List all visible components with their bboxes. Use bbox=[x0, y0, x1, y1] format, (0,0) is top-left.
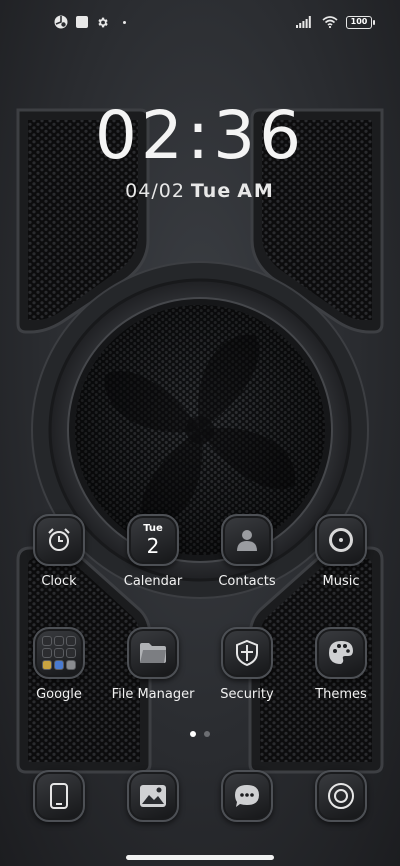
app-label-music: Music bbox=[322, 574, 360, 589]
app-music[interactable]: Music bbox=[294, 514, 388, 589]
settings-icon bbox=[98, 17, 108, 27]
page-indicator bbox=[0, 731, 400, 737]
dot-icon bbox=[123, 20, 126, 24]
music-disc-icon bbox=[315, 514, 367, 566]
folder-icon bbox=[127, 627, 179, 679]
google-folder-icon bbox=[33, 627, 85, 679]
page-dot-2 bbox=[204, 731, 210, 737]
app-label-clock: Clock bbox=[41, 574, 77, 589]
app-file-manager[interactable]: File Manager bbox=[106, 627, 200, 702]
dock-camera[interactable] bbox=[294, 770, 388, 822]
clock-date-line: 04/02 Tue AM bbox=[0, 180, 400, 202]
gallery-icon bbox=[127, 770, 179, 822]
page-dot-1 bbox=[190, 731, 196, 737]
dock-messaging[interactable] bbox=[200, 770, 294, 822]
calendar-icon: Tue 2 bbox=[127, 514, 179, 566]
app-label-file-manager: File Manager bbox=[111, 687, 195, 702]
dock-phone[interactable] bbox=[12, 770, 106, 822]
clock-widget[interactable]: 02:36 04/02 Tue AM bbox=[0, 96, 400, 202]
app-label-security: Security bbox=[220, 687, 274, 702]
person-icon bbox=[221, 514, 273, 566]
app-security[interactable]: Security bbox=[200, 627, 294, 702]
battery-level: 100 bbox=[350, 16, 368, 26]
signal-icon bbox=[296, 16, 311, 28]
app-contacts[interactable]: Contacts bbox=[200, 514, 294, 589]
shield-icon bbox=[221, 627, 273, 679]
clock-date: 04/02 bbox=[125, 180, 185, 202]
app-clock[interactable]: Clock bbox=[12, 514, 106, 589]
phone-icon bbox=[33, 770, 85, 822]
app-label-calendar: Calendar bbox=[123, 574, 183, 589]
calendar-icon-date: 2 bbox=[146, 534, 160, 558]
app-label-contacts: Contacts bbox=[218, 574, 276, 589]
app-notification-icon bbox=[54, 15, 68, 29]
status-bar: 100 bbox=[0, 0, 400, 44]
app-label-google: Google bbox=[36, 687, 82, 702]
dock-gallery[interactable] bbox=[106, 770, 200, 822]
home-gesture-bar[interactable] bbox=[126, 855, 274, 860]
palette-icon bbox=[315, 627, 367, 679]
app-google-folder[interactable]: Google bbox=[12, 627, 106, 702]
camera-icon bbox=[315, 770, 367, 822]
alarm-clock-icon bbox=[33, 514, 85, 566]
wifi-icon bbox=[322, 16, 338, 28]
clock-ampm: AM bbox=[237, 180, 275, 202]
clock-time: 02:36 bbox=[94, 97, 306, 174]
clock-weekday: Tue bbox=[190, 180, 232, 202]
messaging-icon bbox=[221, 770, 273, 822]
app-calendar[interactable]: Tue 2 Calendar bbox=[106, 514, 200, 589]
app-label-themes: Themes bbox=[315, 687, 367, 702]
battery-icon: 100 bbox=[346, 15, 375, 29]
app-themes[interactable]: Themes bbox=[294, 627, 388, 702]
square-notification-icon bbox=[76, 16, 88, 28]
